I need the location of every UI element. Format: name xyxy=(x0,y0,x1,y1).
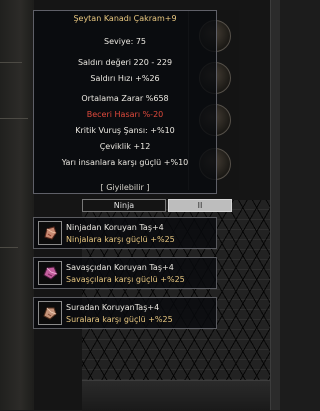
background-line xyxy=(0,247,18,248)
background-line xyxy=(0,118,28,119)
attack-value: Saldırı değeri 220 - 229 xyxy=(77,58,173,67)
critical-chance: Kritik Vuruş Şansı: +%10 xyxy=(75,126,175,135)
item-title: Şeytan Kanadı Çakram+9 xyxy=(73,14,177,23)
stone-name: Savaşçıdan Koruyan Taş+4 xyxy=(66,263,174,272)
attack-speed: Saldırı Hızı +%26 xyxy=(90,74,160,83)
wearable-status: [ Giyilebilir ] xyxy=(100,183,150,192)
window-edge xyxy=(270,0,280,410)
dexterity-bonus: Çeviklik +12 xyxy=(99,142,151,151)
item-level: Seviye: 75 xyxy=(103,37,147,46)
tab-page-two[interactable]: II xyxy=(168,199,232,212)
skill-damage: Beceri Hasarı %-20 xyxy=(86,110,164,119)
stone-entry-sura[interactable]: Suradan KoruyanTaş+4 Suralara karşı güçl… xyxy=(33,297,217,329)
stone-name: Suradan KoruyanTaş+4 xyxy=(66,303,160,312)
stone-bonus: Savaşçılara karşı güçlü +%25 xyxy=(66,275,185,284)
stone-bonus: Suralara karşı güçlü +%25 xyxy=(66,315,173,324)
stone-icon xyxy=(38,261,62,285)
tab-ninja[interactable]: Ninja xyxy=(82,199,166,212)
game-world-background xyxy=(0,0,34,410)
half-human-bonus: Yarı insanlara karşı güçlü +%10 xyxy=(61,158,189,167)
stone-entry-ninja[interactable]: Ninjadan Koruyan Taş+4 Ninjalara karşı g… xyxy=(33,217,217,249)
stone-icon xyxy=(38,301,62,325)
stone-entry-warrior[interactable]: Savaşçıdan Koruyan Taş+4 Savaşçılara kar… xyxy=(33,257,217,289)
item-tooltip: Şeytan Kanadı Çakram+9 Seviye: 75 Saldır… xyxy=(33,10,217,194)
stone-name: Ninjadan Koruyan Taş+4 xyxy=(66,223,164,232)
average-damage: Ortalama Zarar %658 xyxy=(81,94,169,103)
stone-bonus: Ninjalara karşı güçlü +%25 xyxy=(66,235,175,244)
background-line xyxy=(0,62,22,63)
inventory-bottom-bar xyxy=(82,380,279,411)
stone-icon xyxy=(38,221,62,245)
